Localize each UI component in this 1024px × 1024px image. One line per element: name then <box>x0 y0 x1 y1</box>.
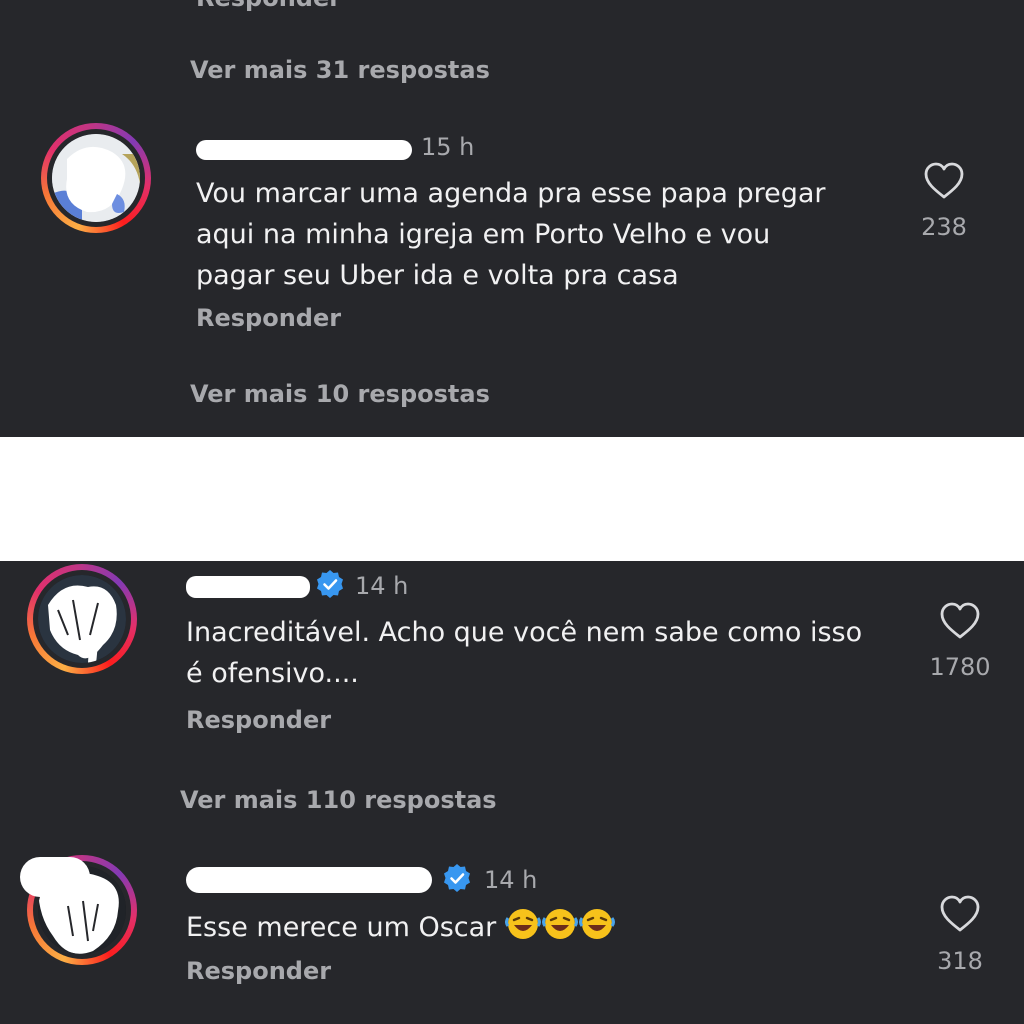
comment-text: Vou marcar uma agenda pra esse papa preg… <box>196 178 826 291</box>
view-more-replies-31[interactable]: Ver mais 31 respostas <box>190 56 490 84</box>
redaction-scribble <box>20 857 90 897</box>
view-more-replies-10[interactable]: Ver mais 10 respostas <box>190 380 490 408</box>
avatar[interactable] <box>27 564 137 674</box>
comment-text: Inacreditável. Acho que você nem sabe co… <box>186 617 863 689</box>
comment-time: 15 h <box>421 133 475 161</box>
comment-time: 14 h <box>484 866 538 894</box>
heart-icon[interactable] <box>939 894 981 934</box>
reply-button[interactable]: Responder <box>186 706 331 734</box>
view-more-replies-110[interactable]: Ver mais 110 respostas <box>180 786 497 814</box>
redacted-username[interactable] <box>186 576 310 598</box>
redacted-username[interactable] <box>196 140 412 160</box>
redacted-avatar-photo <box>38 575 126 663</box>
redacted-username[interactable] <box>186 867 432 893</box>
like-count: 1780 <box>929 653 991 681</box>
reply-button[interactable]: Responder <box>196 304 341 332</box>
avatar[interactable] <box>41 123 151 233</box>
heart-icon[interactable] <box>939 601 981 641</box>
verified-badge-icon <box>317 570 343 598</box>
comment-text-row: Esse merece um Oscar <box>186 906 846 948</box>
like-count: 238 <box>921 213 967 241</box>
laughing-emoji <box>504 909 617 943</box>
comments-panel-top: Responder Ver mais 31 respostas 15 h Vou… <box>0 0 1024 437</box>
reply-button[interactable]: Responder <box>186 957 331 985</box>
redacted-avatar-photo <box>52 134 140 222</box>
comment-time: 14 h <box>355 572 409 600</box>
like-count: 318 <box>937 947 983 975</box>
verified-badge-icon <box>444 864 470 892</box>
comment-text: Esse merece um Oscar <box>186 912 497 943</box>
heart-icon[interactable] <box>923 161 965 201</box>
reply-button-cut[interactable]: Responder <box>196 0 341 12</box>
comments-panel-bottom: 14 h Inacreditável. Acho que você nem sa… <box>0 561 1024 1024</box>
